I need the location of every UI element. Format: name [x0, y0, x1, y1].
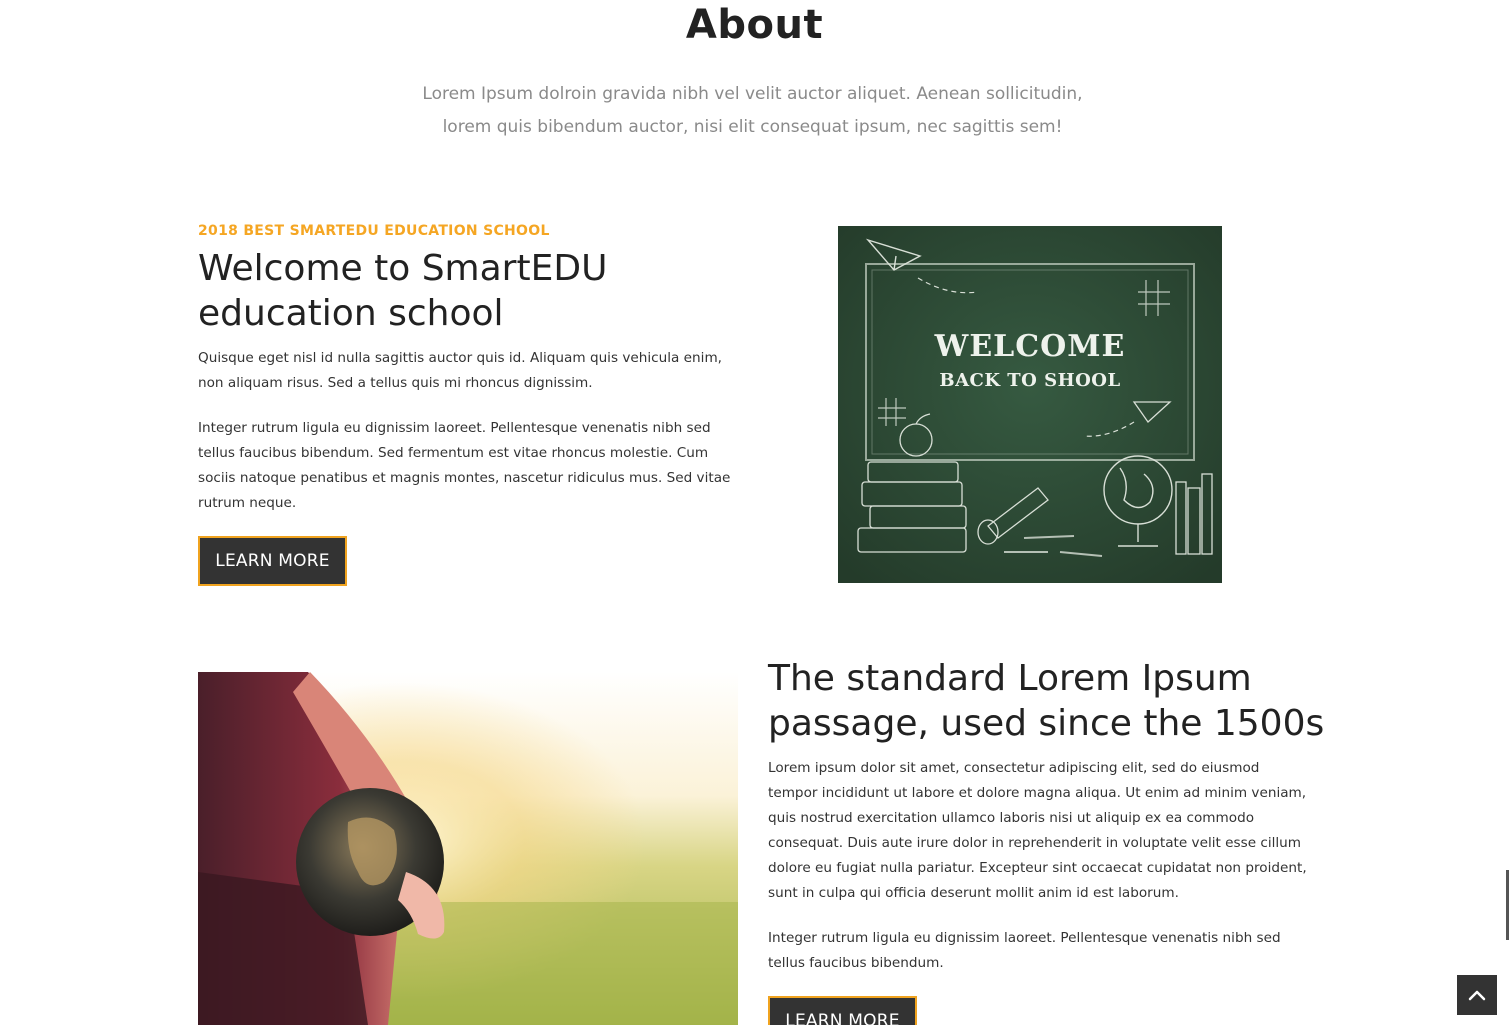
chalkboard-image: WELCOME BACK TO SHOOL — [838, 226, 1222, 583]
about-lead-text: Lorem Ipsum dolroin gravida nibh vel vel… — [422, 84, 1083, 137]
standard-lorem-paragraph-2: Integer rutrum ligula eu dignissim laore… — [768, 930, 1281, 971]
welcome-paragraph-1: Quisque eget nisl id nulla sagittis auct… — [198, 350, 723, 391]
about-page: About Lorem Ipsum dolroin gravida nibh v… — [0, 0, 1509, 1025]
board-back-to-school-text: BACK TO SHOOL — [939, 370, 1120, 391]
welcome-heading: Welcome to SmartEDU education school — [198, 248, 608, 334]
section-eyebrow: 2018 BEST SMARTEDU EDUCATION SCHOOL — [198, 223, 550, 239]
learn-more-button-2[interactable]: LEARN MORE — [768, 996, 917, 1025]
chevron-up-icon — [1468, 990, 1486, 1001]
globe-photo-image — [198, 672, 738, 1025]
learn-more-button[interactable]: LEARN MORE — [198, 536, 347, 586]
board-welcome-text: WELCOME — [934, 329, 1126, 364]
scroll-to-top-button[interactable] — [1457, 975, 1497, 1015]
about-title: About — [685, 2, 824, 48]
welcome-paragraph-2: Integer rutrum ligula eu dignissim laore… — [198, 420, 731, 511]
standard-lorem-paragraph-1: Lorem ipsum dolor sit amet, consectetur … — [768, 760, 1307, 901]
standard-lorem-heading: The standard Lorem Ipsum passage, used s… — [768, 658, 1325, 744]
